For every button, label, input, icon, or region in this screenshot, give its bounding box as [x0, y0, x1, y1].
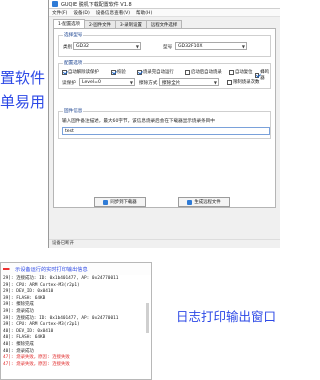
checkbox-icon	[255, 72, 260, 78]
check-auto-run[interactable]: 烧录完自动运行	[137, 69, 174, 75]
log-line: 39]: 烧录成功	[3, 308, 34, 314]
firmware-note-input[interactable]: test	[62, 127, 270, 135]
arrow-right-icon	[3, 266, 14, 272]
tab-record[interactable]: 3-录制设置	[114, 20, 147, 28]
log-line: 39]: 擦除完成	[3, 302, 34, 308]
read-protect-value: Level=0	[82, 80, 101, 85]
menu-file[interactable]: 文件(F)	[52, 10, 67, 16]
config-window: GUQIE 脱机下载配置软件 V1.8 文件(F) 设备(D) 设备信息查看(V…	[48, 0, 280, 248]
download-icon	[103, 199, 109, 205]
save-icon	[187, 199, 193, 205]
tab-firmware[interactable]: 2-固件文件	[83, 20, 116, 28]
log-body[interactable]: 29]: 连接成功: ID: 0x1b401477, AP: 0x2477001…	[1, 275, 151, 369]
chip-combo[interactable]: GD32F10X ▼	[175, 42, 247, 50]
generate-remote-label: 生成远程文件	[194, 200, 221, 205]
check-auto-burn[interactable]: 启动后自动烧录	[185, 69, 222, 75]
firmware-info-label: 固件信息	[63, 108, 84, 114]
promo-line-1: 置软件	[0, 69, 46, 87]
scrollbar-thumb[interactable]	[146, 303, 149, 333]
menu-help[interactable]: 帮助(H)	[136, 10, 152, 16]
chevron-down-icon: ▼	[129, 80, 133, 85]
log-header-text: 示设备运行的实时打印输出信息	[15, 266, 88, 273]
check-label: 校验	[117, 70, 126, 75]
log-line: 29]: DEV_ID: 0x0410	[3, 289, 54, 295]
checkbox-icon	[111, 69, 116, 75]
check-label: 启动后自动烧录	[191, 70, 222, 75]
generate-remote-button[interactable]: 生成远程文件	[178, 197, 230, 207]
check-verify[interactable]: 校验	[111, 69, 126, 75]
checkbox-icon	[227, 79, 232, 85]
chip-select-group: 选择型号 类别 GD32 ▼ 型号 GD32F10X ▼	[58, 32, 271, 57]
chip-select-label: 选择型号	[63, 32, 84, 38]
vendor-value: GD32	[76, 44, 89, 49]
log-line: 39]: CPU: ARM Cortex-M3(r2p1)	[3, 322, 80, 328]
log-line: 40]: FLASH: 64KB	[3, 335, 46, 341]
config-options-label: 配置选项	[63, 60, 84, 66]
check-label: 自动复位	[235, 70, 253, 75]
check-limit-count[interactable]: 限制烧录次数	[227, 79, 259, 85]
config-options-group: 配置选项 自动解除读保护 校验 烧录完自动运行 启动后自动烧录 自动复位 蜂鸣器…	[58, 60, 271, 89]
check-label: 自动解除读保护	[68, 70, 99, 75]
tab-config[interactable]: 1-配置选项	[53, 19, 85, 28]
erase-mode-combo[interactable]: 擦除全片 ▼	[159, 78, 219, 86]
chip-label: 型号	[163, 45, 173, 50]
check-label: 烧录完自动运行	[143, 70, 174, 75]
menu-bar: 文件(F) 设备(D) 设备信息查看(V) 帮助(H)	[49, 9, 280, 17]
log-line: 47]: 烧录失败，原因: 连接失败	[3, 355, 70, 361]
tab-panel: 选择型号 类别 GD32 ▼ 型号 GD32F10X ▼ 配置选项 自动解除读保…	[53, 28, 276, 208]
title-bar: GUQIE 脱机下载配置软件 V1.8	[49, 0, 280, 9]
status-text: 设备已断开	[52, 241, 74, 246]
menu-device[interactable]: 设备(D)	[73, 10, 89, 16]
log-line: 40]: 擦除完成	[3, 341, 34, 347]
sync-download-button[interactable]: 同步到下载器	[94, 197, 146, 207]
window-title: GUQIE 脱机下载配置软件 V1.8	[61, 1, 132, 8]
read-protect-label: 读保护	[62, 81, 76, 86]
checkbox-icon	[229, 69, 234, 75]
promo-line-2: 单易用	[0, 93, 46, 111]
tab-remote[interactable]: 远程文件选择	[145, 20, 183, 28]
sync-download-label: 同步到下载器	[110, 200, 137, 205]
read-protect-combo[interactable]: Level=0 ▼	[79, 78, 135, 86]
log-line: 47]: 烧录失败，原因: 连接失败	[3, 361, 70, 367]
app-icon	[52, 1, 58, 7]
check-auto-unprotect[interactable]: 自动解除读保护	[62, 69, 99, 75]
log-header: 示设备运行的实时打印输出信息	[1, 263, 151, 275]
status-bar: 设备已断开	[49, 239, 280, 246]
firmware-info-group: 固件信息 输入固件备注描述，最大60字节，该信息烧录后会在下载器显示烧录条目中 …	[58, 108, 271, 139]
menu-device-info[interactable]: 设备信息查看(V)	[96, 10, 130, 16]
log-line: 29]: 连接成功: ID: 0x1b401477, AP: 0x2477001…	[3, 276, 119, 281]
firmware-hint: 输入固件备注描述，最大60字节，该信息烧录后会在下载器显示烧录条目中	[62, 119, 215, 124]
chevron-down-icon: ▼	[135, 44, 139, 49]
check-auto-reset[interactable]: 自动复位	[229, 69, 253, 75]
chevron-down-icon: ▼	[241, 44, 245, 49]
check-label: 蜂鸣器	[260, 70, 270, 81]
vendor-combo[interactable]: GD32 ▼	[73, 42, 141, 50]
erase-mode-value: 擦除全片	[162, 81, 181, 86]
chip-value: GD32F10X	[178, 44, 203, 49]
checkbox-icon	[137, 69, 142, 75]
chevron-down-icon: ▼	[213, 80, 217, 85]
log-window: 示设备运行的实时打印输出信息 29]: 连接成功: ID: 0x1b401477…	[0, 262, 152, 380]
check-label: 限制烧录次数	[233, 80, 260, 85]
log-caption: 日志打印输出窗口	[176, 309, 277, 324]
vendor-label: 类别	[63, 45, 73, 50]
checkbox-icon	[185, 69, 190, 75]
erase-mode-label: 擦除方式	[139, 81, 158, 86]
checkbox-icon	[62, 69, 67, 75]
